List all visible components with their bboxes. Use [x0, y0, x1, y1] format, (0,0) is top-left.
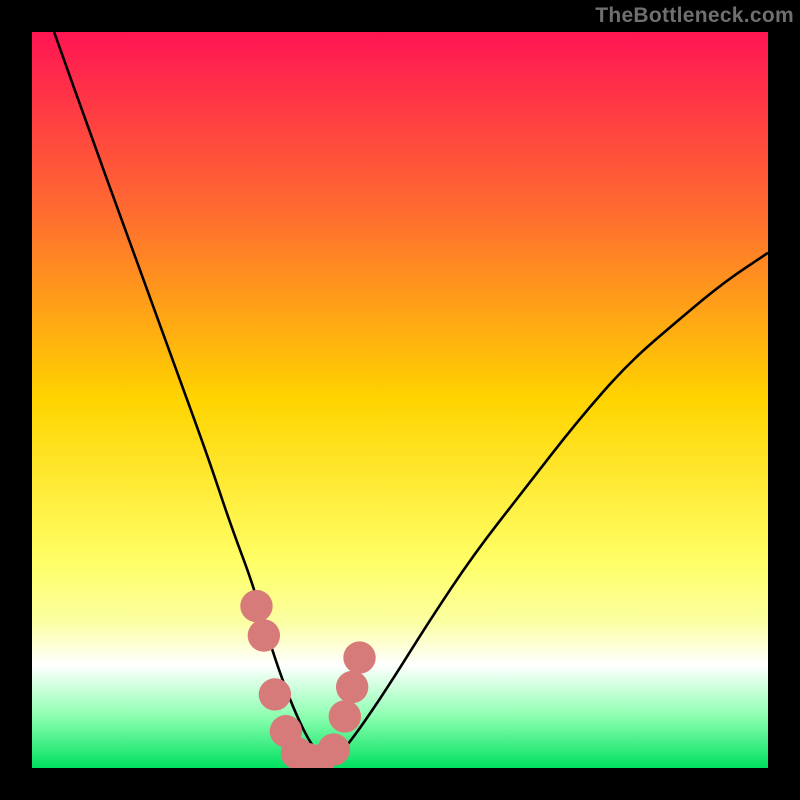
gradient-background: [32, 32, 768, 768]
data-point: [318, 733, 350, 765]
data-point: [259, 678, 291, 710]
data-point: [336, 671, 368, 703]
plot-area: [32, 32, 768, 768]
bottleneck-chart: [32, 32, 768, 768]
data-point: [248, 619, 280, 651]
data-point: [343, 641, 375, 673]
data-point: [240, 590, 272, 622]
data-point: [329, 700, 361, 732]
watermark-text: TheBottleneck.com: [595, 4, 794, 27]
